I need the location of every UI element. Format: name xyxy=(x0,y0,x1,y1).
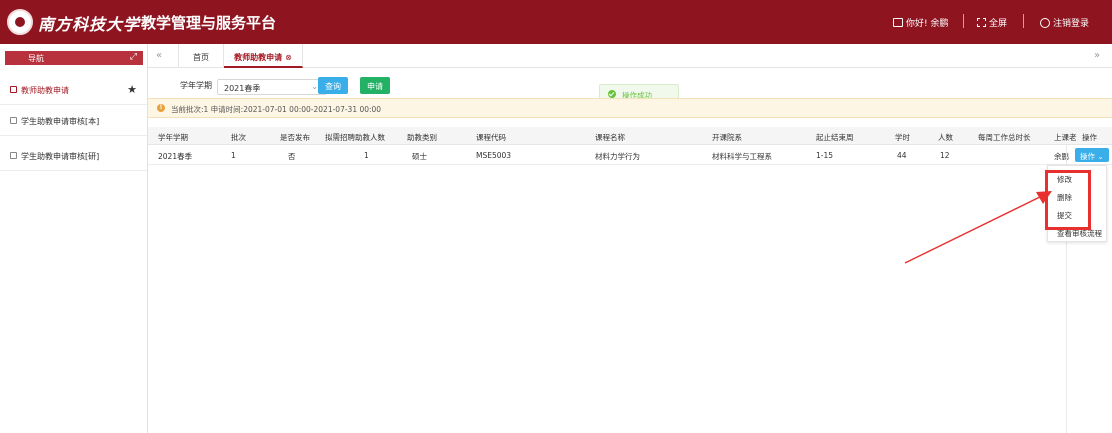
fullscreen-button[interactable]: 全屏 xyxy=(977,16,1007,29)
tab-home-label: 首页 xyxy=(193,53,209,62)
column-header: 开课院系 xyxy=(712,133,742,142)
cell-weeks: 1-15 xyxy=(816,151,834,160)
cell-term: 2021春季 xyxy=(158,152,193,161)
sidebar-item-label: 教师助教申请 xyxy=(21,86,69,95)
apply-button[interactable]: 申请 xyxy=(360,77,390,94)
logout-label: 注销登录 xyxy=(1053,19,1090,29)
column-header: 学时 xyxy=(895,133,910,142)
column-header: 学年学期 xyxy=(158,133,188,142)
tab-current-label: 教师助教申请 xyxy=(234,53,283,62)
fullscreen-label: 全屏 xyxy=(989,19,1008,29)
fullscreen-icon xyxy=(977,18,986,27)
term-label: 学年学期 xyxy=(180,81,212,90)
star-icon[interactable]: ★ xyxy=(127,83,137,96)
term-value: 2021春季 xyxy=(224,84,261,93)
school-name: 南方科技大学 xyxy=(38,15,141,34)
operation-label: 操作 xyxy=(1080,152,1095,161)
sidebar-item-label: 学生助教申请审核[本] xyxy=(21,117,100,126)
cell-hours: 44 xyxy=(897,151,907,160)
power-icon xyxy=(1040,17,1050,28)
sidebar-item-student-ta-review-undergrad[interactable]: 学生助教申请审核[本] xyxy=(0,106,147,136)
form-icon xyxy=(10,86,17,93)
sidebar-item-student-ta-review-grad[interactable]: 学生助教申请审核[研] xyxy=(0,141,147,171)
sidebar-item-label: 学生助教申请审核[研] xyxy=(21,152,100,161)
table-row: 2021春季 1 否 1 硕士 MSE5003 材料力学行为 材料科学与工程系 … xyxy=(148,146,1112,165)
tab-teacher-ta-apply[interactable]: 教师助教申请 ⊗ xyxy=(224,44,303,68)
notice-text: 当前批次:1 申请时间:2021-07-01 00:00-2021-07-31 … xyxy=(171,105,382,114)
column-header: 是否发布 xyxy=(280,133,310,142)
column-header: 起止结束周 xyxy=(816,133,854,142)
tab-scroll-right-icon[interactable]: » xyxy=(1094,50,1100,61)
cell-course-name: 材料力学行为 xyxy=(595,152,640,161)
top-header: 南方科技大学 教学管理与服务平台 你好! 余鹏 全屏 注销登录 xyxy=(0,0,1112,44)
chevron-down-icon: ⌄ xyxy=(1097,152,1104,161)
header-divider xyxy=(963,14,964,28)
column-header: 课程代码 xyxy=(476,133,506,142)
nav-title: 导航 xyxy=(28,54,44,63)
platform-title: 教学管理与服务平台 xyxy=(141,14,277,32)
logout-button[interactable]: 注销登录 xyxy=(1040,16,1089,29)
column-header: 批次 xyxy=(231,133,246,142)
column-header: 上课老 xyxy=(1054,133,1077,142)
tab-close-icon[interactable]: ⊗ xyxy=(285,53,292,62)
user-greeting[interactable]: 你好! 余鹏 xyxy=(893,16,948,29)
form-icon xyxy=(10,152,17,159)
operation-dropdown-button[interactable]: 操作 ⌄ xyxy=(1075,148,1109,162)
column-header: 助教类别 xyxy=(407,133,437,142)
chevron-down-icon: ⌄ xyxy=(311,82,318,91)
column-header: 课程名称 xyxy=(595,133,625,142)
cell-batch: 1 xyxy=(231,151,236,160)
header-divider xyxy=(1023,14,1024,28)
column-header: 每周工作总时长 xyxy=(978,133,1031,142)
cell-course-code: MSE5003 xyxy=(476,151,512,160)
table-header: 学年学期 批次 是否发布 拟需招聘助教人数 助教类别 课程代码 课程名称 开课院… xyxy=(148,127,1112,145)
school-logo-icon xyxy=(7,9,33,35)
expand-icon[interactable]: ⤢ xyxy=(130,52,137,62)
tab-home[interactable]: 首页 xyxy=(178,44,224,68)
tab-bar: « 首页 教师助教申请 ⊗ » xyxy=(148,44,1112,68)
sidebar: 导航 ⤢ 教师助教申请 ★ 学生助教申请审核[本] 学生助教申请审核[研] xyxy=(0,44,148,433)
column-header: 拟需招聘助教人数 xyxy=(325,133,385,142)
tab-scroll-left-icon[interactable]: « xyxy=(156,50,162,61)
cell-ta-category: 硕士 xyxy=(412,152,427,161)
cell-published: 否 xyxy=(288,152,296,161)
sidebar-item-teacher-ta-apply[interactable]: 教师助教申请 ★ xyxy=(0,75,147,105)
warning-icon: ! xyxy=(157,104,165,112)
column-header: 操作 xyxy=(1082,133,1097,142)
annotation-arrow-icon xyxy=(904,191,1052,264)
nav-header: 导航 ⤢ xyxy=(5,51,143,65)
message-icon xyxy=(893,18,903,27)
form-icon xyxy=(10,117,17,124)
check-circle-icon xyxy=(608,90,616,98)
batch-notice: ! 当前批次:1 申请时间:2021-07-01 00:00-2021-07-3… xyxy=(148,98,1112,118)
cell-ta-count: 1 xyxy=(364,151,369,160)
query-button[interactable]: 查询 xyxy=(318,77,348,94)
column-header: 人数 xyxy=(938,133,953,142)
greeting-text: 你好! 余鹏 xyxy=(906,19,949,29)
term-select[interactable]: 2021春季 ⌄ xyxy=(217,79,327,95)
cell-department: 材料科学与工程系 xyxy=(712,152,772,161)
cell-students: 12 xyxy=(940,151,950,160)
